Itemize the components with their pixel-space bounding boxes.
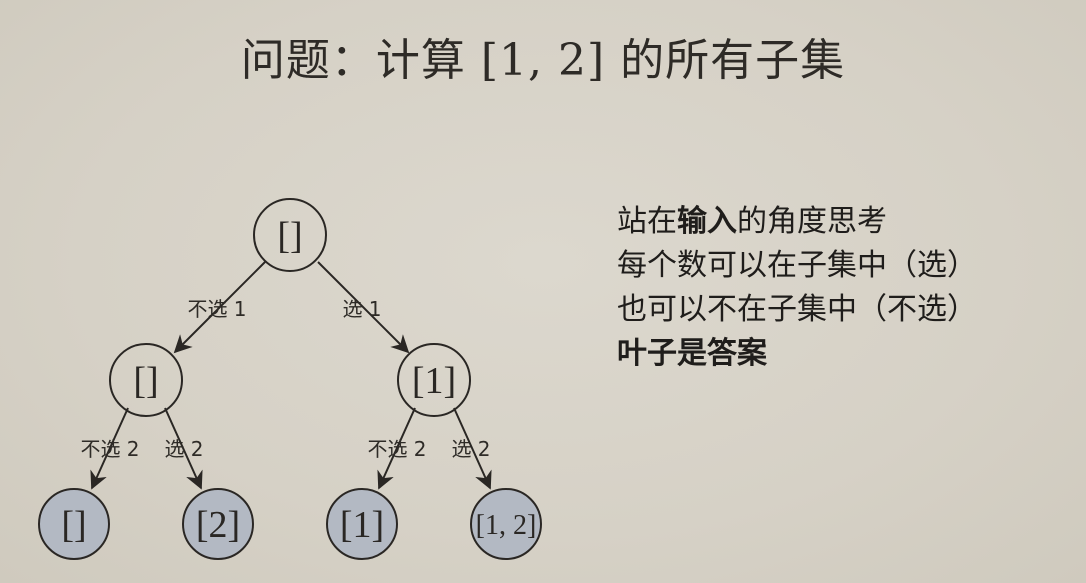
tree-leaf-1-label: []: [61, 504, 86, 546]
note-line-3: 也可以不在子集中（不选）: [617, 292, 977, 327]
slide-background: 问题：计算 [1, 2] 的所有子集 不选 1 选 1 不选 2 选 2 不选 …: [0, 0, 1086, 583]
note-line-1-emphasis: 输入: [677, 204, 737, 239]
tree-leaf-3: [1]: [326, 488, 398, 560]
tree-leaf-3-label: [1]: [340, 504, 384, 546]
edge-label-right-not-choose-2: 不选 2: [367, 437, 426, 461]
edge-label-left-choose-2: 选 2: [164, 437, 203, 461]
explanation-notes: 站在输入的角度思考 每个数可以在子集中（选） 也可以不在子集中（不选） 叶子是答…: [617, 200, 977, 376]
edge-label-left-not-choose-2: 不选 2: [80, 437, 139, 461]
note-line-1: 站在输入的角度思考: [617, 200, 977, 244]
note-line-4-emphasis: 叶子是答案: [617, 336, 767, 371]
note-line-1-suffix: 的角度思考: [737, 204, 887, 239]
edge-label-not-choose-1: 不选 1: [187, 297, 246, 321]
tree-leaf-2-label: [2]: [196, 504, 240, 546]
note-line-2: 每个数可以在子集中（选）: [617, 248, 977, 283]
edge-label-choose-1: 选 1: [342, 297, 381, 321]
tree-node-level1-right-label: [1]: [412, 360, 456, 402]
edge-label-right-choose-2: 选 2: [451, 437, 490, 461]
tree-node-root: []: [253, 198, 327, 272]
tree-leaf-2: [2]: [182, 488, 254, 560]
tree-leaf-1: []: [38, 488, 110, 560]
tree-node-level1-right: [1]: [397, 343, 471, 417]
note-line-4: 叶子是答案: [617, 332, 977, 376]
tree-node-level1-left-label: []: [133, 360, 158, 402]
tree-leaf-4: [1, 2]: [470, 488, 542, 560]
note-line-1-prefix: 站在: [617, 204, 677, 239]
tree-leaf-4-label: [1, 2]: [476, 510, 537, 541]
tree-node-level1-left: []: [109, 343, 183, 417]
tree-node-root-label: []: [277, 215, 302, 257]
